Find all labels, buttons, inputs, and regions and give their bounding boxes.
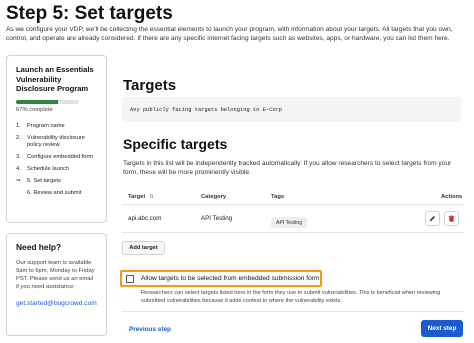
trash-icon: [448, 215, 455, 222]
step-label: 6. Review and submit: [27, 190, 82, 197]
step-label: Program name: [27, 122, 65, 129]
specific-targets-description: Targets in this list will be independent…: [123, 160, 452, 177]
column-header-actions: Actions: [441, 194, 463, 200]
column-header-category: Category: [201, 194, 227, 200]
step-item-schedule-launch[interactable]: 4. Schedule launch: [16, 166, 97, 173]
progress-text: 67% complete: [16, 106, 53, 113]
step-item-policy-review[interactable]: 2. Vulnerability disclosure policy review: [16, 135, 97, 150]
program-title: Launch an Essentials Vulnerability Discl…: [16, 65, 94, 94]
step-item-program-name[interactable]: 1. Program name: [16, 123, 97, 130]
footer-divider: [122, 311, 464, 312]
step-list: 1. Program name 2. Vulnerability disclosur…: [16, 123, 97, 198]
progress-card: Launch an Essentials Vulnerability Discl…: [6, 55, 107, 223]
step-label: 5. Set targets: [27, 178, 61, 185]
previous-step-button[interactable]: Previous step: [129, 326, 171, 333]
intro-text: As we configure your VDP, we'll be colle…: [6, 26, 453, 42]
allow-targets-label[interactable]: Allow targets to be selected from embedd…: [141, 275, 319, 282]
help-title: Need help?: [16, 242, 62, 252]
targets-heading: Targets: [123, 77, 177, 94]
page-title: Step 5: Set targets: [6, 3, 173, 24]
table-cell-target: api.abc.com: [128, 215, 162, 222]
targets-description-box: Any publicly facing targets belonging to…: [122, 97, 461, 122]
current-step-arrow-icon: ⇒: [16, 178, 21, 185]
column-header-target[interactable]: Target ⇅: [128, 194, 154, 200]
targets-description: Any publicly facing targets belonging to…: [130, 106, 283, 113]
column-header-tags: Tags: [271, 194, 285, 200]
sort-icon[interactable]: ⇅: [149, 194, 154, 200]
specific-targets-heading: Specific targets: [123, 136, 228, 152]
progress-bar: [16, 99, 79, 104]
add-target-button[interactable]: Add target: [122, 241, 165, 255]
allow-targets-checkbox[interactable]: [126, 275, 134, 283]
table-row-divider: [122, 232, 464, 233]
step-item-review-submit[interactable]: 6. Review and submit: [16, 190, 97, 197]
help-card: Need help? Our support team is available…: [6, 233, 107, 336]
step-label: Configure embedded form: [27, 154, 94, 161]
help-text: Our support team is available 9am to 6pm…: [16, 260, 95, 290]
step-item-set-targets[interactable]: ⇒ 5. Set targets: [16, 178, 97, 185]
step-label: Vulnerability disclosure policy review: [27, 134, 85, 149]
step-item-embedded-form[interactable]: 3. Configure embedded form: [16, 154, 97, 161]
table-header-divider: [122, 204, 464, 205]
step-label: Schedule launch: [27, 166, 70, 173]
edit-target-button[interactable]: [425, 211, 440, 226]
tag-badge: API Testing: [271, 217, 308, 228]
pencil-icon: [429, 216, 435, 222]
table-cell-category: API Testing: [201, 215, 233, 222]
allow-targets-help-text: Researchers can select targets listed he…: [141, 290, 441, 304]
support-email-link[interactable]: get.started@bugcrowd.com: [16, 300, 97, 307]
progress-bar-fill: [16, 99, 59, 104]
next-step-button[interactable]: Next step: [421, 320, 463, 337]
delete-target-button[interactable]: [444, 211, 459, 226]
